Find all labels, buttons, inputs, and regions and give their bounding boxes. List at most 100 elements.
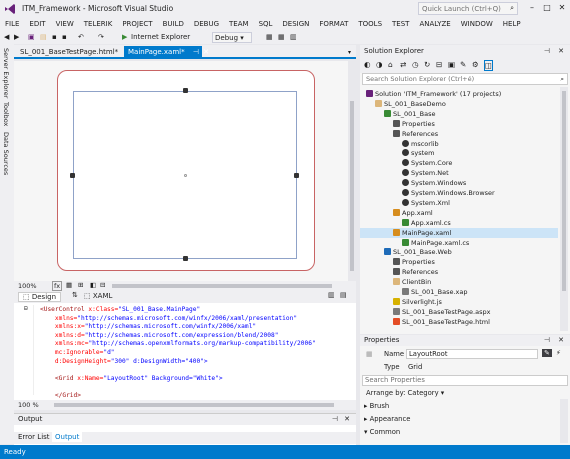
collapse-icon[interactable]: ⊟	[24, 305, 28, 312]
design-tab[interactable]: ⬚ Design	[18, 292, 62, 302]
xaml-tab[interactable]: ⬚ XAML	[84, 292, 112, 300]
designer-hscrollbar[interactable]	[112, 284, 332, 288]
tree-item[interactable]: Silverlight.js	[360, 297, 558, 307]
undo-icon[interactable]: ↶	[78, 32, 84, 43]
tab-list-dropdown-icon[interactable]: ▾	[344, 46, 355, 59]
tree-item[interactable]: ClientBin	[360, 277, 558, 287]
tree-item[interactable]: Properties	[360, 257, 558, 267]
menu-test[interactable]: TEST	[387, 18, 414, 31]
events-icon[interactable]: ⚡	[556, 349, 561, 357]
se-scrollbar[interactable]	[560, 87, 568, 331]
redo-icon[interactable]: ↷	[98, 32, 104, 43]
layout-root-grid[interactable]	[70, 88, 299, 261]
menu-project[interactable]: PROJECT	[117, 18, 157, 31]
browser-select[interactable]: Internet Explorer	[131, 32, 190, 43]
se-preview-icon[interactable]: ⚙	[472, 60, 479, 69]
tree-item[interactable]: MainPage.xaml.cs	[360, 238, 558, 248]
se-sync-icon[interactable]: ⇄	[400, 60, 406, 69]
se-forward-icon[interactable]: ◑	[376, 60, 383, 69]
se-back-icon[interactable]: ◐	[364, 60, 371, 69]
pin-icon[interactable]: ⊣	[193, 48, 199, 56]
tree-item[interactable]: App.xaml	[360, 208, 558, 218]
tab-sl-001-basetestpage[interactable]: SL_001_BaseTestPage.html*	[16, 46, 122, 59]
category-common[interactable]: ▾ Common	[364, 428, 400, 436]
snap-icon[interactable]: ⊞	[78, 281, 83, 289]
resize-handle-bottom[interactable]	[183, 256, 188, 261]
grid-icon[interactable]: ▦	[66, 281, 72, 289]
save-all-icon[interactable]: ▪	[62, 32, 67, 43]
props-pin-icon[interactable]: ⊣	[544, 335, 550, 346]
properties-wrench-icon[interactable]: ✎	[542, 349, 552, 357]
se-showall-icon[interactable]: ▣	[448, 60, 455, 69]
output-pin-icon[interactable]: ⊣	[332, 414, 338, 425]
editor-hscrollbar[interactable]	[54, 403, 334, 407]
tree-item[interactable]: system	[360, 148, 558, 158]
data-sources-tab[interactable]: Data Sources	[2, 132, 10, 175]
menu-view[interactable]: VIEW	[51, 18, 79, 31]
se-view-icon[interactable]: ◫	[484, 60, 494, 71]
se-home-icon[interactable]: ⌂	[388, 60, 393, 69]
tree-item[interactable]: SL_001_Base.xap	[360, 287, 558, 297]
close-tab-icon[interactable]: ✕	[203, 48, 209, 56]
menu-help[interactable]: HELP	[498, 18, 526, 31]
design-surface[interactable]	[14, 61, 356, 281]
menu-telerik[interactable]: TELERIK	[79, 18, 118, 31]
tree-item[interactable]: MainPage.xaml	[360, 227, 558, 238]
toolbar-icon-a[interactable]: ▦	[266, 32, 273, 43]
tree-item[interactable]: References	[360, 129, 558, 139]
split-vertical-icon[interactable]: ▥	[328, 291, 335, 299]
menu-file[interactable]: FILE	[0, 18, 24, 31]
solution-explorer-search[interactable]: Search Solution Explorer (Ctrl+é) ⌕	[362, 73, 568, 85]
tree-item[interactable]: SL_001_Base	[360, 109, 558, 119]
xaml-editor[interactable]: ⊟ <UserControl x:Class="SL_001_Base.Main…	[14, 303, 356, 400]
resize-handle-right[interactable]	[294, 173, 299, 178]
quick-launch-input[interactable]: Quick Launch (Ctrl+Q) ⌕	[418, 2, 518, 15]
menu-team[interactable]: TEAM	[224, 18, 254, 31]
menu-debug[interactable]: DEBUG	[189, 18, 224, 31]
arrange-by-dropdown[interactable]: Arrange by: Category ▾	[366, 389, 444, 397]
menu-design[interactable]: DESIGN	[277, 18, 314, 31]
se-properties-icon[interactable]: ✎	[460, 60, 466, 69]
designer-zoom-select[interactable]: 100%	[18, 282, 37, 290]
maximize-button[interactable]: □	[540, 2, 554, 14]
category-appearance[interactable]: ▸ Appearance	[364, 415, 410, 423]
menu-build[interactable]: BUILD	[158, 18, 189, 31]
output-close-icon[interactable]: ✕	[344, 414, 350, 425]
se-collapse-icon[interactable]: ⊟	[436, 60, 442, 69]
tree-item[interactable]: System.Core	[360, 158, 558, 168]
toolbox-tab[interactable]: Toolbox	[2, 102, 10, 126]
props-close-icon[interactable]: ✕	[558, 335, 564, 346]
close-button[interactable]: ✕	[555, 2, 569, 14]
props-scrollbar[interactable]	[560, 399, 568, 443]
menu-sql[interactable]: SQL	[254, 18, 278, 31]
resize-handle-top[interactable]	[183, 88, 188, 93]
tree-item[interactable]: System.Windows.Browser	[360, 188, 558, 198]
back-icon[interactable]: ◀	[4, 32, 9, 43]
output-tab[interactable]: Output	[52, 432, 83, 442]
tree-item[interactable]: mscorlib	[360, 139, 558, 149]
properties-search[interactable]: Search Properties	[362, 375, 568, 386]
split-horizontal-icon[interactable]: ▤	[340, 291, 347, 299]
menu-tools[interactable]: TOOLS	[353, 18, 387, 31]
se-close-icon[interactable]: ✕	[558, 45, 564, 57]
tree-item[interactable]: References	[360, 267, 558, 277]
minimize-button[interactable]: –	[525, 2, 539, 14]
name-field[interactable]: LayoutRoot	[406, 349, 538, 359]
configuration-select[interactable]: Debug ▾	[212, 32, 252, 43]
fx-icon[interactable]: fx	[52, 281, 63, 291]
toolbar-icon-b[interactable]: ▦	[278, 32, 285, 43]
tree-item[interactable]: Solution 'ITM_Framework' (17 projects)	[360, 89, 558, 99]
swap-panes-icon[interactable]: ⇅	[72, 291, 78, 299]
tree-item[interactable]: Properties	[360, 119, 558, 129]
tree-item[interactable]: App.xaml.cs	[360, 218, 558, 228]
category-brush[interactable]: ▸ Brush	[364, 402, 389, 410]
tree-item[interactable]: SL_001_Base.Web	[360, 247, 558, 257]
start-debug-icon[interactable]: ▶	[122, 32, 127, 43]
se-scroll-thumb[interactable]	[562, 91, 566, 291]
se-pin-icon[interactable]: ⊣	[544, 45, 550, 57]
tree-item[interactable]: System.Windows	[360, 178, 558, 188]
new-project-icon[interactable]: ▣	[28, 32, 35, 43]
tree-item[interactable]: SL_001_BaseTestPage.aspx	[360, 307, 558, 317]
tree-item[interactable]: System.Xml	[360, 198, 558, 208]
tab-mainpage-xaml[interactable]: MainPage.xaml* ⊣ ✕	[124, 46, 209, 59]
